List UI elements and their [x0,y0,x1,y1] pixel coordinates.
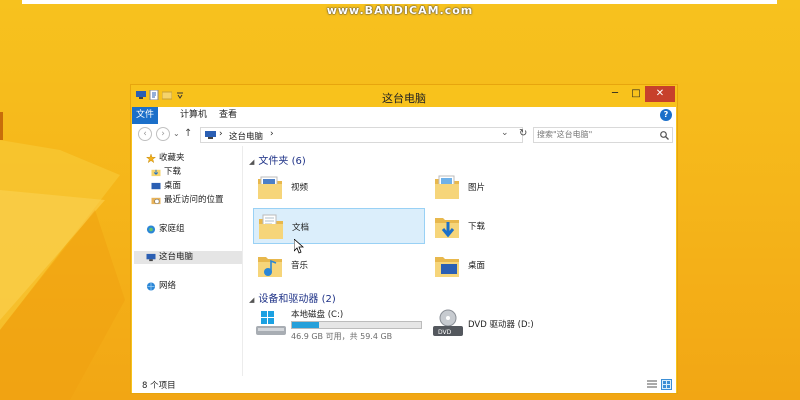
window-title: 这台电脑 [382,92,426,105]
item-count: 8 个项目 [142,381,176,391]
downloads-folder-icon [435,218,459,238]
address-bar[interactable]: › 这台电脑 › ⌄ [200,127,523,143]
nav-item-desktop[interactable]: 桌面 [151,180,240,193]
address-dropdown-button[interactable]: ⌄ [501,128,509,138]
nav-item-favorites[interactable]: 收藏夹 [146,152,240,165]
nav-item-network[interactable]: 网络 [146,280,240,293]
computer-icon [146,253,156,262]
folder-tile-downloads[interactable]: 下载 [430,208,602,244]
collapse-triangle-icon[interactable]: ◢ [249,296,254,304]
music-folder-icon [258,257,282,277]
content-pane: ◢ 文件夹 (6) 视频 图片 文档 下载 音乐 桌面 ◢ 设备和驱动器 (2)… [243,146,676,376]
mouse-pointer-icon [294,239,304,254]
tab-computer[interactable]: 计算机 [172,107,215,124]
details-view-icon[interactable] [647,380,657,389]
back-button[interactable]: ‹ [138,127,152,141]
windows-drive-icon [256,311,286,335]
breadcrumb-separator[interactable]: › [219,129,223,139]
ribbon-tabs: 文件 计算机 查看 ? [132,107,676,124]
folder-tile-videos[interactable]: 视频 [253,169,425,205]
svg-text:DVD: DVD [438,329,452,336]
group-header-devices[interactable]: ◢ 设备和驱动器 (2) [249,290,336,305]
refresh-button[interactable]: ↻ [519,128,527,139]
recording-watermark: www.BANDICAM.com [326,4,474,17]
nav-item-homegroup[interactable]: 家庭组 [146,223,240,236]
download-folder-icon [151,169,161,177]
maximize-button[interactable]: □ [626,86,646,102]
recent-places-icon [151,197,161,205]
explorer-body: 收藏夹 下载 桌面 最近访问的位置 家庭组 这台电脑 网络 ◢ 文件夹 (6) … [132,146,676,376]
address-row: ‹ › ⌄ ↑ › 这台电脑 › ⌄ ↻ 搜索"这台电脑" [132,124,676,146]
recent-locations-chevron-icon[interactable]: ⌄ [173,129,180,138]
status-bar: 8 个项目 [132,376,676,393]
documents-folder-icon [259,214,283,239]
drive-usage-bar [291,321,422,329]
navigation-pane: 收藏夹 下载 桌面 最近访问的位置 家庭组 这台电脑 网络 [132,146,243,376]
drive-usage-fill [292,322,320,328]
group-header-folders[interactable]: ◢ 文件夹 (6) [249,152,306,167]
collapse-triangle-icon[interactable]: ◢ [249,158,254,166]
nav-item-recent-places[interactable]: 最近访问的位置 [151,194,240,207]
homegroup-icon [146,225,156,234]
forward-button[interactable]: › [156,127,170,141]
search-icon[interactable] [660,131,669,140]
star-icon [146,154,156,163]
folder-tile-pictures[interactable]: 图片 [430,169,602,205]
computer-icon [205,131,216,139]
large-icons-view-icon[interactable] [661,379,672,390]
network-icon [146,282,156,291]
dvd-drive-icon: DVD [433,309,463,336]
tab-file[interactable]: 文件 [132,107,158,124]
nav-item-downloads[interactable]: 下载 [151,166,240,179]
pictures-folder-icon [435,175,459,199]
folder-tile-music[interactable]: 音乐 [253,247,425,283]
search-input[interactable]: 搜索"这台电脑" [533,127,673,143]
tab-view[interactable]: 查看 [211,107,245,124]
breadcrumb-separator[interactable]: › [270,129,274,139]
nav-item-this-pc[interactable]: 这台电脑 [134,251,242,264]
desktop-folder-icon [435,257,459,277]
folder-tile-desktop[interactable]: 桌面 [430,247,602,283]
drive-tile-c[interactable]: 本地磁盘 (C:) 46.9 GB 可用，共 59.4 GB [253,306,438,342]
breadcrumb-this-pc[interactable]: 这台电脑 [229,130,263,142]
up-button[interactable]: ↑ [184,128,192,139]
title-bar[interactable]: 这台电脑 ─ □ ✕ [131,85,677,107]
explorer-window: 这台电脑 ─ □ ✕ 文件 计算机 查看 ? ‹ › ⌄ ↑ › 这台电脑 › … [130,84,678,394]
folder-tile-documents[interactable]: 文档 [253,208,425,244]
desktop-icon [151,182,161,190]
minimize-button[interactable]: ─ [605,86,625,102]
videos-folder-icon [258,176,282,199]
drive-tile-d[interactable]: DVD DVD 驱动器 (D:) [430,306,615,342]
help-button[interactable]: ? [660,109,672,121]
close-button[interactable]: ✕ [645,86,675,102]
